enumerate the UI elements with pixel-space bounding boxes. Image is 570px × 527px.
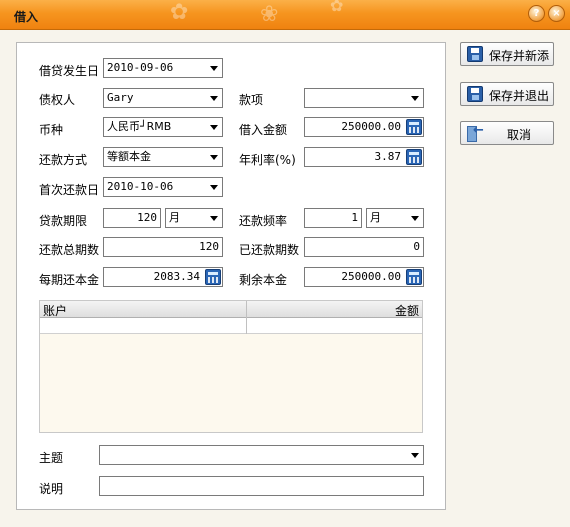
flower-decoration-icon: ✿ xyxy=(170,0,189,25)
remaining-principal-input[interactable]: 250000.00 xyxy=(304,267,424,287)
chevron-down-icon[interactable] xyxy=(210,96,218,101)
loan-amount-label: 借入金额 xyxy=(239,123,288,137)
calculator-icon[interactable] xyxy=(205,269,221,285)
creditor-label: 债权人 xyxy=(39,93,76,107)
chevron-down-icon[interactable] xyxy=(210,155,218,160)
creditor-value: Gary xyxy=(107,91,134,104)
save-icon xyxy=(467,86,483,102)
chevron-down-icon[interactable] xyxy=(411,96,419,101)
account-item-label: 款项 xyxy=(239,93,264,107)
creditor-select[interactable]: Gary xyxy=(103,88,223,108)
repay-freq-label: 还款频率 xyxy=(239,214,288,228)
cancel-label: 取消 xyxy=(507,128,532,142)
repay-method-value: 等额本金 xyxy=(107,150,151,163)
first-repay-date-value: 2010-10-06 xyxy=(107,180,174,193)
loan-term-label: 贷款期限 xyxy=(39,214,88,228)
grid-header: 账户 金额 xyxy=(40,301,422,318)
currency-value: 人民币┘RMB xyxy=(107,120,172,133)
subject-select[interactable] xyxy=(99,445,424,465)
principal-per-period-label: 每期还本金 xyxy=(39,273,100,287)
currency-select[interactable]: 人民币┘RMB xyxy=(103,117,223,137)
account-grid[interactable]: 账户 金额 xyxy=(39,300,423,433)
total-periods-input[interactable]: 120 xyxy=(103,237,223,257)
save-and-new-button[interactable]: 保存并新添 xyxy=(460,42,554,66)
currency-label: 币种 xyxy=(39,123,64,137)
first-repay-date-picker[interactable]: 2010-10-06 xyxy=(103,177,223,197)
chevron-down-icon[interactable] xyxy=(210,66,218,71)
loan-amount-input[interactable]: 250000.00 xyxy=(304,117,424,137)
help-icon[interactable]: ? xyxy=(528,5,545,22)
loan-term-unit-select[interactable]: 月 xyxy=(165,208,223,228)
save-and-new-label: 保存并新添 xyxy=(489,49,550,63)
exit-icon xyxy=(467,123,484,142)
calculator-icon[interactable] xyxy=(406,149,422,165)
loan-term-input[interactable]: 120 xyxy=(103,208,161,228)
form-panel: 借贷发生日 2010-09-06 债权人 Gary 款项 币种 人民币┘RMB … xyxy=(16,42,446,510)
flower-decoration-icon: ❀ xyxy=(260,2,279,27)
calculator-icon[interactable] xyxy=(406,119,422,135)
save-and-exit-button[interactable]: 保存并退出 xyxy=(460,82,554,106)
chevron-down-icon[interactable] xyxy=(411,453,419,458)
save-icon xyxy=(467,46,483,62)
chevron-down-icon[interactable] xyxy=(210,125,218,130)
paid-periods-input[interactable]: 0 xyxy=(304,237,424,257)
column-header-amount[interactable]: 金额 xyxy=(395,302,419,319)
remaining-principal-label: 剩余本金 xyxy=(239,273,288,287)
cancel-button[interactable]: 取消 xyxy=(460,121,554,145)
note-label: 说明 xyxy=(39,482,64,496)
chevron-down-icon[interactable] xyxy=(411,216,419,221)
first-repay-date-label: 首次还款日 xyxy=(39,183,100,197)
loan-term-unit-value: 月 xyxy=(169,211,180,224)
note-input[interactable] xyxy=(99,476,424,496)
remaining-principal-value: 250000.00 xyxy=(341,270,401,283)
repay-method-label: 还款方式 xyxy=(39,153,88,167)
loan-date-picker[interactable]: 2010-09-06 xyxy=(103,58,223,78)
table-row[interactable] xyxy=(40,318,422,334)
annual-rate-label: 年利率(%) xyxy=(239,153,296,167)
paid-periods-label: 已还款期数 xyxy=(239,243,300,257)
flower-decoration-icon: ✿ xyxy=(330,0,344,15)
column-header-account[interactable]: 账户 xyxy=(43,302,67,319)
annual-rate-value: 3.87 xyxy=(374,150,402,163)
title-bar: ✿ ❀ ✿ 借入 ? × xyxy=(0,0,570,30)
subject-label: 主题 xyxy=(39,451,64,465)
repay-method-select[interactable]: 等额本金 xyxy=(103,147,223,167)
principal-per-period-input[interactable]: 2083.34 xyxy=(103,267,223,287)
loan-date-label: 借贷发生日 xyxy=(39,64,100,78)
loan-amount-value: 250000.00 xyxy=(341,120,401,133)
chevron-down-icon[interactable] xyxy=(210,216,218,221)
loan-date-value: 2010-09-06 xyxy=(107,61,174,74)
save-and-exit-label: 保存并退出 xyxy=(489,89,550,103)
repay-freq-unit-value: 月 xyxy=(370,211,381,224)
column-divider[interactable] xyxy=(246,301,247,334)
window-title: 借入 xyxy=(14,10,39,24)
close-icon[interactable]: × xyxy=(548,5,565,22)
calculator-icon[interactable] xyxy=(406,269,422,285)
repay-freq-input[interactable]: 1 xyxy=(304,208,362,228)
principal-per-period-value: 2083.34 xyxy=(153,270,200,283)
repay-freq-unit-select[interactable]: 月 xyxy=(366,208,424,228)
total-periods-label: 还款总期数 xyxy=(39,243,100,257)
account-item-select[interactable] xyxy=(304,88,424,108)
annual-rate-input[interactable]: 3.87 xyxy=(304,147,424,167)
chevron-down-icon[interactable] xyxy=(210,185,218,190)
